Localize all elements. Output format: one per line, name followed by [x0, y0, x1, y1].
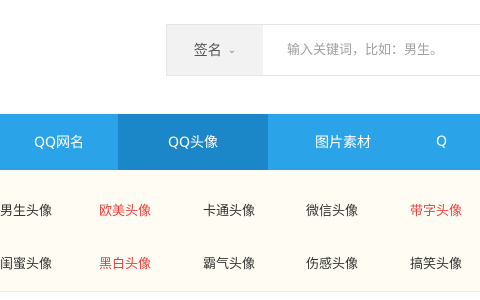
main-nav: QQ网名 QQ头像 图片素材 Q: [0, 114, 480, 170]
nav-item-image-assets[interactable]: 图片素材: [268, 114, 418, 170]
tag-link[interactable]: 闺蜜头像: [0, 254, 52, 276]
search-type-label: 签名: [193, 43, 222, 59]
search-bar: 签名 ⌄: [166, 24, 480, 76]
tag-link[interactable]: 微信头像: [306, 201, 358, 223]
nav-item-label: 图片素材: [315, 135, 371, 151]
tag-link-hot[interactable]: 黑白头像: [99, 254, 151, 276]
search-type-select[interactable]: 签名 ⌄: [167, 25, 263, 75]
nav-item-qq-avatar[interactable]: QQ头像: [118, 114, 268, 170]
nav-item-label: QQ头像: [167, 135, 219, 151]
tag-link[interactable]: 伤感头像: [306, 254, 358, 276]
search-input[interactable]: [263, 25, 480, 75]
tag-link[interactable]: 搞笑头像: [410, 254, 462, 276]
chevron-down-icon: ⌄: [227, 44, 237, 56]
nav-item-partial[interactable]: Q: [418, 114, 480, 170]
tag-row: 闺蜜头像 黑白头像 霸气头像 伤感头像 搞笑头像: [0, 254, 480, 276]
category-tag-panel: 男生头像 欧美头像 卡通头像 微信头像 带字头像 闺蜜头像 黑白头像 霸气头像 …: [0, 170, 480, 292]
tag-link-hot[interactable]: 欧美头像: [99, 201, 151, 223]
tag-link[interactable]: 卡通头像: [203, 201, 255, 223]
tag-link[interactable]: 霸气头像: [203, 254, 255, 276]
tag-link[interactable]: 男生头像: [0, 201, 52, 223]
nav-item-qq-nickname[interactable]: QQ网名: [0, 114, 118, 170]
nav-item-label: Q: [436, 134, 448, 150]
tag-link-hot[interactable]: 带字头像: [410, 201, 462, 223]
tag-row: 男生头像 欧美头像 卡通头像 微信头像 带字头像: [0, 201, 480, 223]
nav-item-label: QQ网名: [33, 135, 85, 151]
